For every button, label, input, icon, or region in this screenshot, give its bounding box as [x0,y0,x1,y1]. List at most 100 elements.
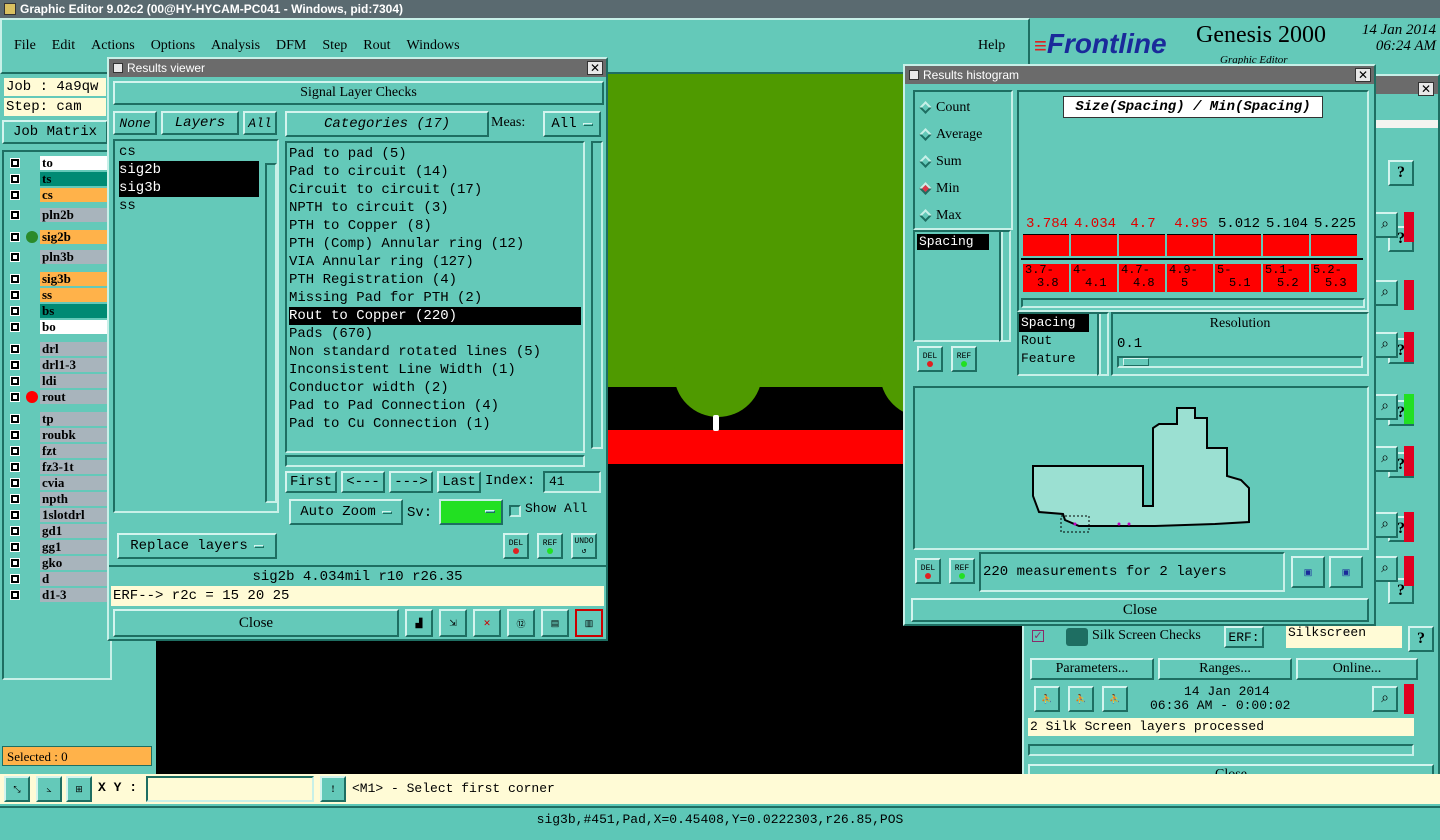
category-item[interactable]: Circuit to circuit (17) [289,181,581,199]
category-item[interactable]: Pad to pad (5) [289,145,581,163]
layer-row[interactable]: d [6,572,108,587]
menu-item-step[interactable]: Step [322,38,347,54]
layers-label[interactable]: Layers [161,111,239,135]
sv-color-select[interactable] [439,499,503,525]
menu-item-rout[interactable]: Rout [363,38,390,54]
histogram-bar[interactable] [1263,234,1309,256]
layer-row[interactable]: sig3b [6,272,108,287]
layer-checkbox[interactable] [10,232,20,242]
menu-item-windows[interactable]: Windows [407,38,460,54]
option-count[interactable]: Count [915,94,1011,121]
spacing-item[interactable]: Spacing [917,234,989,250]
measure-list[interactable]: Spacing Rout Feature [1017,312,1101,376]
ranges-button[interactable]: Ranges... [1158,658,1292,680]
histogram-chart[interactable]: Size(Spacing) / Min(Spacing) 3.784 4.034 4… [1017,90,1369,312]
last-button[interactable]: Last [437,471,481,493]
category-item[interactable]: Pad to Cu Connection (1) [289,415,581,433]
layer-checkbox[interactable] [10,190,20,200]
import-list-icon[interactable]: ▣ [1329,556,1363,588]
export-list-icon[interactable]: ▣ [1291,556,1325,588]
menu-item-options[interactable]: Options [151,38,195,54]
erf-label[interactable]: ERF: [1224,626,1264,648]
run-icon[interactable]: ⛹ [1034,686,1060,712]
snap-icon[interactable]: ⊞ [66,776,92,802]
radio-icon[interactable] [919,155,932,168]
layer-row[interactable]: drl1-3 [6,358,108,373]
preview-area[interactable] [913,386,1369,550]
xy-input[interactable] [146,776,314,802]
layer-checkbox[interactable] [10,494,20,504]
result-layer-item[interactable]: ss [119,197,273,215]
layer-checkbox[interactable] [10,210,20,220]
result-layer-item[interactable]: sig3b [119,179,259,197]
none-button[interactable]: None [113,111,157,135]
replace-layers-select[interactable]: Replace layers [117,533,277,559]
index-input[interactable]: 41 [543,471,601,493]
category-item[interactable]: PTH (Comp) Annular ring (12) [289,235,581,253]
layer-checkbox[interactable] [10,274,20,284]
layer-checkbox[interactable] [10,158,20,168]
layer-checkbox[interactable] [10,478,20,488]
meas-select[interactable]: All [543,111,601,137]
layer-checkbox[interactable] [10,174,20,184]
results-viewer-close-icon[interactable]: ✕ [587,61,603,75]
online-button[interactable]: Online... [1296,658,1418,680]
histogram-close-icon[interactable]: ✕ [1355,68,1371,82]
graph-icon[interactable]: ▟ [405,609,433,637]
layer-row[interactable]: roubk [6,428,108,443]
menu-item-edit[interactable]: Edit [52,38,75,54]
histogram-bar[interactable] [1311,234,1357,256]
histogram-icon[interactable]: ▥ [575,609,603,637]
radio-icon[interactable] [919,128,932,141]
layer-checkbox[interactable] [10,446,20,456]
layer-list-scrollbar[interactable] [265,163,277,503]
layer-checkbox[interactable] [10,590,20,600]
category-h-scrollbar[interactable] [285,455,585,467]
zoom-fit-icon[interactable]: ⤡ [4,776,30,802]
check-header[interactable]: Signal Layer Checks [113,81,604,105]
layer-row[interactable]: tp [6,412,108,427]
measure-type-scrollbar[interactable] [999,230,1011,342]
alert-icon[interactable]: ! [320,776,346,802]
help-icon[interactable]: ? [1408,626,1434,652]
histogram-bar[interactable] [1119,234,1165,256]
menu-item-actions[interactable]: Actions [91,38,135,54]
layer-row[interactable]: rout [6,390,108,405]
checklist-close-icon[interactable]: ✕ [1418,82,1434,96]
option-min[interactable]: Min [915,175,1011,202]
layer-checkbox[interactable] [10,510,20,520]
run-all-icon[interactable]: ⛹ [1068,686,1094,712]
layer-row[interactable]: bs [6,304,108,319]
layer-checkbox[interactable] [10,344,20,354]
layer-row[interactable]: drl [6,342,108,357]
layer-checkbox[interactable] [10,526,20,536]
category-item[interactable]: NPTH to circuit (3) [289,199,581,217]
layer-row[interactable]: cs [6,188,108,203]
category-item[interactable]: Missing Pad for PTH (2) [289,289,581,307]
layer-checkbox[interactable] [10,290,20,300]
layer-row[interactable]: 1slotdrl [6,508,108,523]
radio-icon[interactable] [919,182,932,195]
parameters-button[interactable]: Parameters... [1030,658,1154,680]
results-viewer-close-button[interactable]: Close [113,609,399,637]
layer-row[interactable]: to [6,156,108,171]
option-max[interactable]: Max [915,202,1011,229]
layer-row[interactable]: cvia [6,476,108,491]
chart-scrollbar[interactable] [1021,298,1365,308]
auto-zoom-select[interactable]: Auto Zoom [289,499,403,525]
layer-checkbox[interactable] [10,558,20,568]
category-item[interactable]: Pad to Pad Connection (4) [289,397,581,415]
category-item[interactable]: Rout to Copper (220) [289,307,581,325]
category-item[interactable]: Non standard rotated lines (5) [289,343,581,361]
layer-checkbox[interactable] [10,360,20,370]
job-matrix-button[interactable]: Job Matrix [2,120,108,144]
layer-row[interactable]: gd1 [6,524,108,539]
next-button[interactable]: ---> [389,471,433,493]
layer-row[interactable]: sig2b [6,230,108,245]
category-scrollbar[interactable] [591,141,603,449]
layer-row[interactable]: ts [6,172,108,187]
layer-row[interactable]: gg1 [6,540,108,555]
result-layer-list[interactable]: cs sig2b sig3b ss [113,139,279,513]
option-average[interactable]: Average [915,121,1011,148]
prev-button[interactable]: <--- [341,471,385,493]
